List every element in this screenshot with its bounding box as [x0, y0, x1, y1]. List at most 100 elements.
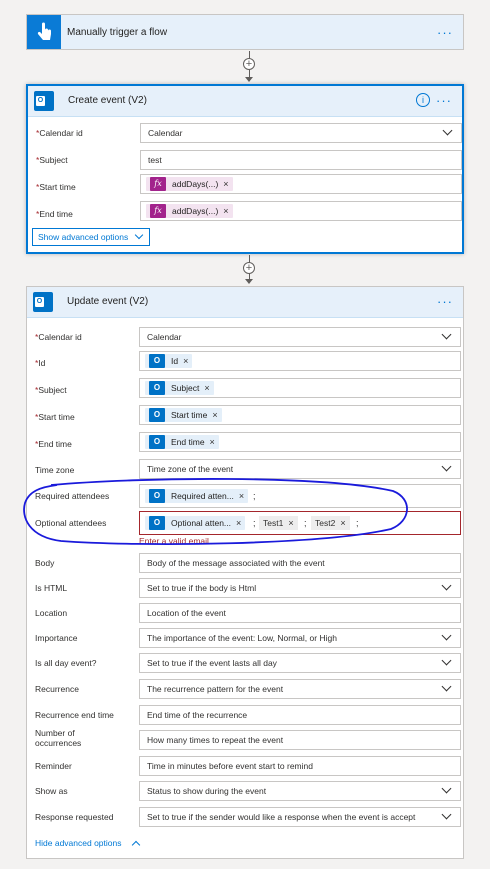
- label-show-as: Show as: [35, 786, 68, 796]
- label-start-time: *Start time: [35, 412, 75, 422]
- expression-token[interactable]: fx addDays(...) ×: [146, 177, 233, 191]
- expression-token[interactable]: fx addDays(...) ×: [146, 204, 233, 218]
- label-subject: *Subject: [35, 385, 67, 395]
- arrow-down-icon: [245, 279, 253, 284]
- calendar-id-value: Calendar: [147, 332, 182, 342]
- hide-advanced-label: Hide advanced options: [35, 838, 122, 848]
- manual-trigger-icon: [27, 15, 61, 49]
- trigger-menu-icon[interactable]: ···: [437, 15, 453, 51]
- update-event-header[interactable]: O Update event (V2) ···: [27, 287, 463, 318]
- start-time-input[interactable]: O Start time ×: [139, 405, 461, 425]
- calendar-id-dropdown[interactable]: Calendar: [140, 123, 462, 143]
- create-event-header[interactable]: O Create event (V2) i ···: [28, 86, 462, 117]
- outlook-icon: O: [34, 91, 54, 111]
- outlook-icon: O: [149, 408, 165, 422]
- body-placeholder: Body of the message associated with the …: [147, 558, 325, 568]
- label-end-time: *End time: [35, 439, 72, 449]
- update-event-menu-icon[interactable]: ···: [437, 287, 453, 317]
- outlook-icon: O: [149, 381, 165, 395]
- outlook-icon: O: [33, 292, 53, 312]
- dynamic-content-token[interactable]: O Start time ×: [145, 408, 222, 422]
- body-input[interactable]: Body of the message associated with the …: [139, 553, 461, 573]
- dynamic-content-token[interactable]: O End time ×: [145, 435, 219, 449]
- chevron-down-icon: [441, 461, 452, 472]
- is-all-day-event-dropdown[interactable]: Set to true if the event lasts all day: [139, 653, 461, 673]
- hide-advanced-options-button[interactable]: Hide advanced options: [35, 837, 155, 851]
- show-advanced-label: Show advanced options: [38, 232, 129, 242]
- show-advanced-options-button[interactable]: Show advanced options: [32, 228, 150, 246]
- chevron-down-icon: [442, 125, 453, 136]
- remove-token-icon[interactable]: ×: [204, 383, 209, 393]
- number-of-occurrences-placeholder: How many times to repeat the event: [147, 735, 284, 745]
- arrow-down-icon: [245, 77, 253, 82]
- reminder-input[interactable]: Time in minutes before event start to re…: [139, 756, 461, 776]
- start-time-input[interactable]: fx addDays(...) ×: [140, 174, 462, 194]
- trigger-title: Manually trigger a flow: [67, 27, 168, 38]
- dynamic-content-token[interactable]: O Subject ×: [145, 381, 214, 395]
- outlook-icon: O: [149, 435, 165, 449]
- chevron-down-icon: [441, 580, 452, 591]
- dynamic-content-token[interactable]: O Id ×: [145, 354, 193, 368]
- show-as-placeholder: Status to show during the event: [147, 786, 267, 796]
- is-all-day-event-placeholder: Set to true if the event lasts all day: [147, 658, 277, 668]
- label-calendar-id: *Calendar id: [36, 128, 83, 138]
- create-event-menu-icon[interactable]: ···: [436, 86, 452, 116]
- label-start-time: *Start time: [36, 182, 76, 192]
- chevron-down-icon: [441, 329, 452, 340]
- importance-dropdown[interactable]: The importance of the event: Low, Normal…: [139, 628, 461, 648]
- label-reminder: Reminder: [35, 761, 72, 771]
- calendar-id-dropdown[interactable]: Calendar: [139, 327, 461, 347]
- label-time-zone: Time zone: [35, 465, 75, 475]
- recurrence-end-time-input[interactable]: End time of the recurrence: [139, 705, 461, 725]
- trigger-card[interactable]: Manually trigger a flow ···: [26, 14, 464, 50]
- remove-token-icon[interactable]: ×: [223, 179, 228, 189]
- chevron-down-icon: [441, 783, 452, 794]
- location-input[interactable]: Location of the event: [139, 603, 461, 623]
- chevron-down-icon: [441, 681, 452, 692]
- number-of-occurrences-input[interactable]: How many times to repeat the event: [139, 730, 461, 750]
- is-html-dropdown[interactable]: Set to true if the body is Html: [139, 578, 461, 598]
- update-event-card[interactable]: O Update event (V2) ··· *Calendar id Cal…: [23, 286, 464, 859]
- create-event-card[interactable]: O Create event (V2) i ··· *Calendar id C…: [26, 84, 464, 254]
- chevron-up-icon: [131, 840, 141, 850]
- create-event-title: Create event (V2): [68, 95, 147, 106]
- calendar-id-value: Calendar: [148, 128, 183, 138]
- label-is-all-day-event: Is all day event?: [35, 658, 97, 668]
- label-subject: *Subject: [36, 155, 68, 165]
- remove-token-icon[interactable]: ×: [210, 437, 215, 447]
- add-step-icon[interactable]: +: [243, 58, 255, 70]
- subject-value: test: [148, 155, 162, 165]
- reminder-placeholder: Time in minutes before event start to re…: [147, 761, 313, 771]
- subject-input[interactable]: test: [140, 150, 462, 170]
- is-html-placeholder: Set to true if the body is Html: [147, 583, 257, 593]
- subject-input[interactable]: O Subject ×: [139, 378, 461, 398]
- remove-token-icon[interactable]: ×: [183, 356, 188, 366]
- add-step-icon[interactable]: +: [243, 262, 255, 274]
- label-id: *Id: [35, 358, 46, 368]
- label-importance: Importance: [35, 633, 78, 643]
- id-input[interactable]: O Id ×: [139, 351, 461, 371]
- info-icon[interactable]: i: [416, 93, 430, 107]
- label-number-of-occurrences: Number of occurrences: [35, 728, 82, 748]
- update-event-title: Update event (V2): [67, 296, 149, 307]
- chevron-down-icon: [441, 809, 452, 820]
- location-placeholder: Location of the event: [147, 608, 226, 618]
- label-calendar-id: *Calendar id: [35, 332, 82, 342]
- end-time-input[interactable]: fx addDays(...) ×: [140, 201, 462, 221]
- label-body: Body: [35, 558, 55, 568]
- response-requested-dropdown[interactable]: Set to true if the sender would like a r…: [139, 807, 461, 827]
- time-zone-placeholder: Time zone of the event: [147, 464, 234, 474]
- show-as-dropdown[interactable]: Status to show during the event: [139, 781, 461, 801]
- time-zone-dropdown[interactable]: Time zone of the event: [139, 459, 461, 479]
- label-recurrence: Recurrence: [35, 684, 79, 694]
- recurrence-dropdown[interactable]: The recurrence pattern for the event: [139, 679, 461, 699]
- label-recurrence-end-time: Recurrence end time: [35, 710, 114, 720]
- label-location: Location: [35, 608, 68, 618]
- remove-token-icon[interactable]: ×: [212, 410, 217, 420]
- end-time-input[interactable]: O End time ×: [139, 432, 461, 452]
- chevron-down-icon: [134, 230, 144, 240]
- label-is-html: Is HTML: [35, 583, 68, 593]
- label-end-time: *End time: [36, 209, 73, 219]
- annotation-ellipse: [23, 478, 408, 546]
- remove-token-icon[interactable]: ×: [223, 206, 228, 216]
